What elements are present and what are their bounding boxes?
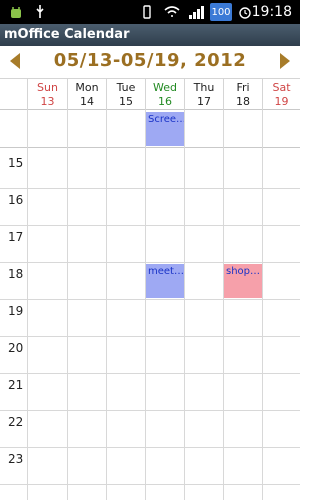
hour-row[interactable]: 16 (0, 189, 300, 226)
usb-debug-icon (6, 3, 26, 21)
day-header-wed[interactable]: Wed 16 (145, 79, 184, 110)
usb-icon (32, 3, 48, 21)
hour-row[interactable]: 22 (0, 411, 300, 448)
hour-label: 17 (8, 230, 24, 244)
day-header-sat[interactable]: Sat 19 (262, 79, 300, 110)
hour-label: 15 (8, 156, 24, 170)
app-title-bar: mOffice Calendar (0, 24, 300, 46)
hour-label: 21 (8, 378, 24, 392)
hour-row[interactable]: 19 (0, 300, 300, 337)
grid-divider (262, 110, 263, 500)
day-header-tue[interactable]: Tue 15 (106, 79, 145, 110)
grid-divider (106, 110, 107, 500)
day-header-thu[interactable]: Thu 17 (184, 79, 223, 110)
status-time: 19:18 (251, 4, 292, 20)
battery-icon: 100 (210, 3, 232, 21)
hour-row[interactable]: 23 (0, 448, 300, 485)
day-header-mon[interactable]: Mon 14 (67, 79, 106, 110)
hour-row[interactable]: 15 (0, 152, 300, 189)
week-range: 05/13-05/19, 2012 (53, 50, 247, 71)
grid-divider (184, 110, 185, 500)
hour-row[interactable]: 21 (0, 374, 300, 411)
hour-label: 18 (8, 267, 24, 281)
signal-icon (186, 3, 208, 21)
hour-label: 20 (8, 341, 24, 355)
hour-label: 16 (8, 193, 24, 207)
vibrate-icon (138, 3, 156, 21)
grid-divider (27, 110, 28, 500)
event-shopping[interactable]: shop… (224, 264, 262, 298)
wifi-icon (162, 3, 182, 21)
hour-row[interactable]: 17 (0, 226, 300, 263)
grid-divider (67, 110, 68, 500)
grid-divider (145, 110, 146, 500)
hour-label: 22 (8, 415, 24, 429)
status-bar: 100 19:18 (0, 0, 300, 24)
grid-divider (223, 110, 224, 500)
event-screen[interactable]: Scree… (146, 112, 184, 146)
day-header-fri[interactable]: Fri 18 (223, 79, 262, 110)
day-header-row: Sun 13 Mon 14 Tue 15 Wed 16 Thu 17 Fri 18 Sat 1… (0, 78, 300, 110)
day-header-sun[interactable]: Sun 13 (27, 79, 67, 110)
chevron-right-icon[interactable] (280, 53, 290, 69)
hour-grid[interactable]: 15 16 17 18 19 20 21 22 23 (0, 152, 300, 500)
hour-label: 23 (8, 452, 24, 466)
week-header: 05/13-05/19, 2012 (0, 46, 300, 78)
event-meeting[interactable]: meet… (146, 264, 184, 298)
hour-row[interactable]: 20 (0, 337, 300, 374)
app-title: mOffice Calendar (4, 27, 130, 42)
hour-label: 19 (8, 304, 24, 318)
